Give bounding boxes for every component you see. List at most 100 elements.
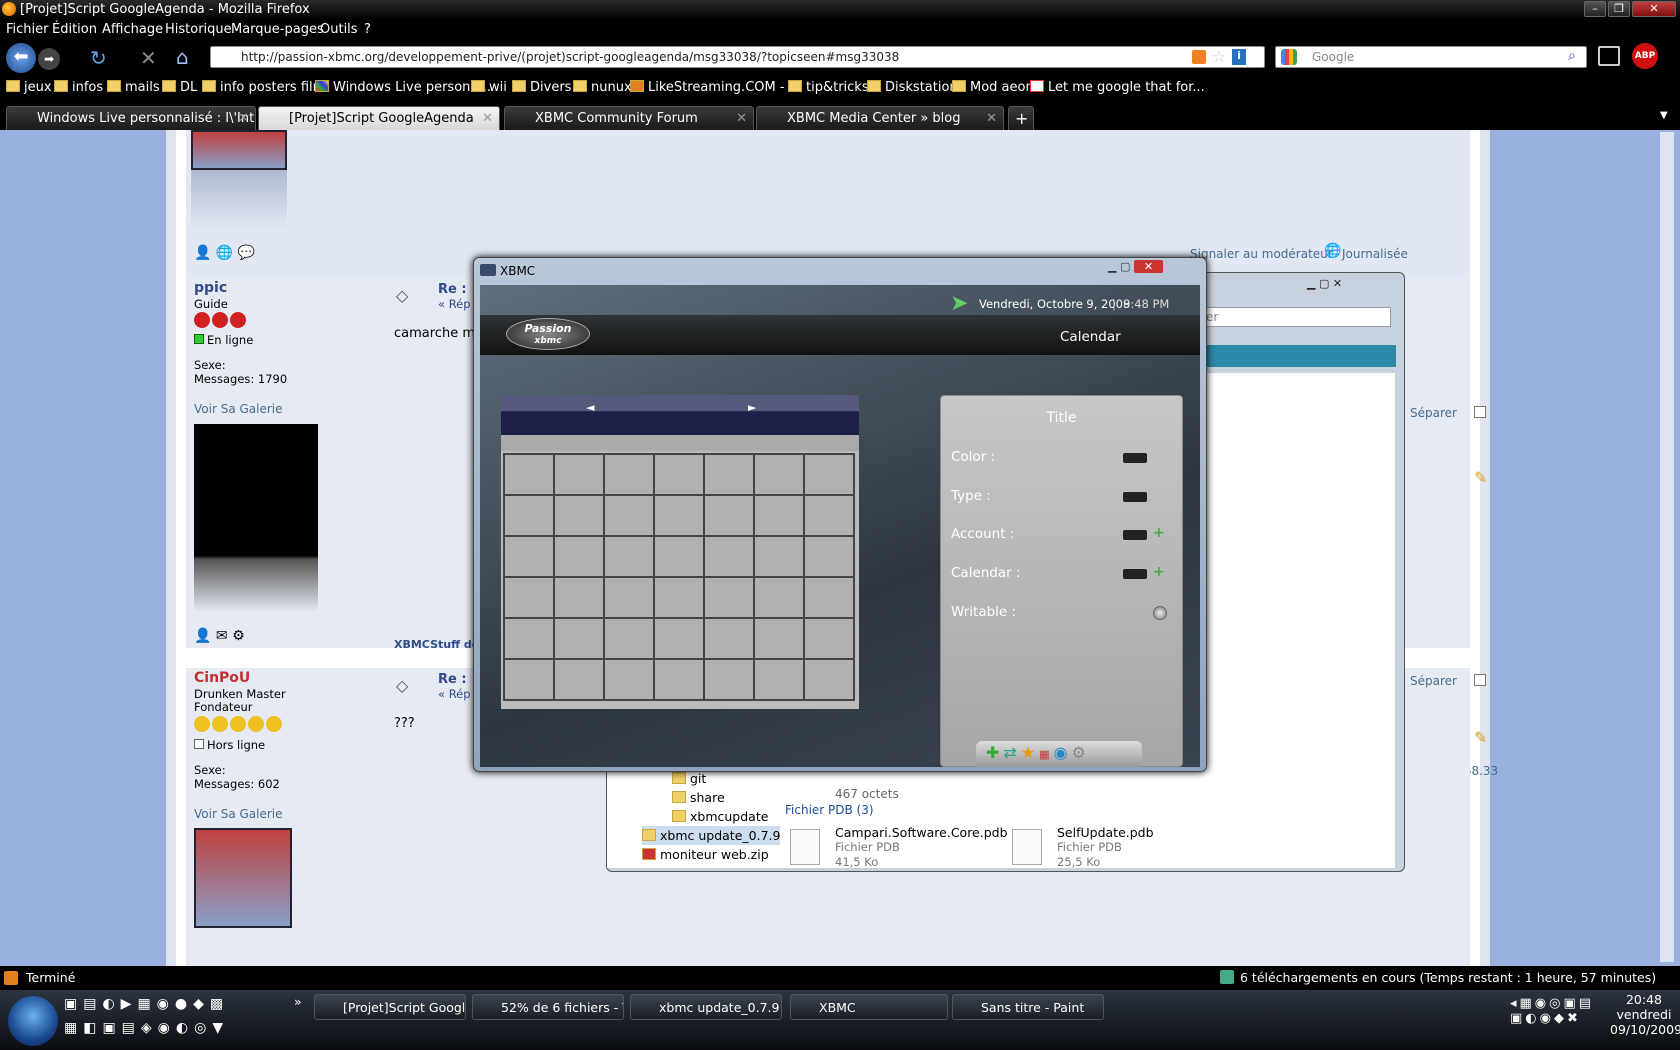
taskbar-item-explorer[interactable]: xbmc update_0.7.9 (630, 994, 782, 1020)
close-tab-icon[interactable]: ✕ (986, 111, 997, 126)
profile-icons[interactable]: 👤 🌐 💬 (194, 245, 255, 261)
separer-link[interactable]: Séparer (1410, 674, 1457, 688)
calendar-cell[interactable] (803, 658, 855, 701)
file-name[interactable]: SelfUpdate.pdb (1057, 825, 1154, 840)
bookmark-nunux[interactable]: nunux (573, 80, 632, 95)
post-subject-link[interactable]: Re : (438, 672, 467, 687)
taskbar-item-downloads[interactable]: 52% de 6 fichiers - T... (472, 994, 624, 1020)
separer-link[interactable]: Séparer (1410, 406, 1457, 420)
adblock-icon[interactable]: ABP (1632, 43, 1658, 69)
account-spinner[interactable] (1123, 530, 1147, 540)
file-group[interactable]: Fichier PDB (3) (785, 803, 874, 817)
home-icon[interactable]: ⌂ (176, 45, 189, 69)
bookmark-windows-live[interactable]: Windows Live personn... (315, 80, 491, 95)
quick-launch[interactable]: ▣▤◐▶▦◉●◆▩ (64, 996, 294, 1016)
gallery-link[interactable]: Voir Sa Galerie (194, 402, 283, 416)
type-spinner[interactable] (1123, 492, 1147, 502)
close-tab-icon[interactable]: ✕ (482, 111, 493, 126)
calendar-cell[interactable] (553, 617, 605, 660)
edit-pencil-icon[interactable]: ✎ (1474, 468, 1487, 487)
search-input[interactable]: Google (1275, 46, 1587, 68)
explorer-window-buttons[interactable]: ▁ ▢ ✕ (1307, 277, 1397, 293)
calendar-cell[interactable] (803, 535, 855, 578)
profile-icons[interactable]: 👤 ✉ ⚙ (194, 628, 245, 644)
rss-icon[interactable] (1192, 50, 1206, 64)
calendar-cell[interactable] (603, 494, 655, 537)
tree-item[interactable]: share (672, 788, 780, 807)
settings-gear-icon[interactable]: ⚙ (1072, 743, 1090, 762)
restore-button[interactable]: ❐ (1608, 1, 1630, 17)
tree-item[interactable]: moniteur web.zip (642, 845, 780, 864)
calendar-cell[interactable] (803, 453, 855, 496)
start-button[interactable] (8, 996, 58, 1046)
calendar-next-button[interactable]: ► (748, 401, 756, 414)
bookmark-diskstation[interactable]: Diskstation (867, 80, 958, 95)
calendar-cell[interactable] (753, 617, 805, 660)
tab-xbmc-forum[interactable]: XBMC Community Forum ✕ (504, 106, 754, 130)
favorite-star-icon[interactable]: ★ (1021, 743, 1039, 762)
calendar-cell[interactable] (503, 576, 555, 619)
add-icon[interactable]: ✚ (986, 743, 1003, 762)
taskbar-item-firefox[interactable]: [Projet]Script Googl... (314, 994, 466, 1020)
writable-radio[interactable] (1153, 606, 1167, 620)
calendar-cell[interactable] (653, 617, 705, 660)
gallery-link[interactable]: Voir Sa Galerie (194, 807, 283, 821)
calendar-cell[interactable] (803, 494, 855, 537)
clock[interactable]: 20:48 vendredi 09/10/2009 (1610, 992, 1680, 1037)
taskbar-item-paint[interactable]: Sans titre - Paint (952, 994, 1104, 1020)
menu-help[interactable]: ? (364, 22, 371, 37)
tab-windows-live[interactable]: Windows Live personnalisé : I\'Inter... ✕ (6, 106, 256, 130)
explorer-search-input[interactable]: er (1201, 307, 1391, 327)
calendar-cell[interactable] (603, 576, 655, 619)
color-spinner[interactable] (1123, 453, 1147, 463)
downloads-status[interactable]: 6 téléchargements en cours (Temps restan… (1240, 970, 1656, 985)
post-reply-link[interactable]: « Rép (438, 297, 471, 311)
url-input[interactable]: http://passion-xbmc.org/developpement-pr… (210, 46, 1265, 68)
select-checkbox[interactable] (1474, 406, 1486, 418)
calendar-cell[interactable] (703, 658, 755, 701)
menu-fichier[interactable]: Fichier (6, 22, 49, 37)
signature[interactable]: XBMCStuff dc (394, 638, 478, 651)
calendar-cell[interactable] (703, 617, 755, 660)
quick-launch-more[interactable]: » (294, 994, 302, 1009)
calendar-cell[interactable] (553, 535, 605, 578)
calendar-cell[interactable] (703, 453, 755, 496)
calendar-cell[interactable] (603, 535, 655, 578)
bookmark-tiptricks[interactable]: tip&tricks (788, 80, 869, 95)
calendar-cell[interactable] (703, 535, 755, 578)
search-icon[interactable]: ⌕ (1568, 48, 1576, 64)
calendar-cell[interactable] (603, 658, 655, 701)
calendar-cell[interactable] (753, 658, 805, 701)
menu-historique[interactable]: Historique (165, 22, 232, 37)
calendar-cell[interactable] (753, 494, 805, 537)
calendar-cell[interactable] (753, 576, 805, 619)
post-reply-link[interactable]: « Rép (438, 687, 471, 701)
select-checkbox[interactable] (1474, 674, 1486, 686)
post-subject-link[interactable]: Re : (438, 282, 467, 297)
windows-icon[interactable] (1598, 46, 1620, 66)
tree-item[interactable]: xbmcupdate (672, 807, 780, 826)
bookmark-star-icon[interactable]: ☆ (1212, 47, 1226, 66)
bookmark-wii[interactable]: wii (471, 80, 507, 95)
calendar-cell[interactable] (603, 617, 655, 660)
tab-projet-script[interactable]: [Projet]Script GoogleAgenda ✕ (258, 106, 500, 130)
tree-item[interactable]: xbmc update_0.7.9 (642, 826, 781, 845)
bookmark-divers[interactable]: Divers (512, 80, 571, 95)
calendar-cell[interactable] (503, 494, 555, 537)
menu-edition[interactable]: Édition (52, 22, 97, 37)
system-tray[interactable]: ◂▦◉◎▣▤ ▣◐◉◆✖ (1510, 996, 1600, 1040)
menu-affichage[interactable]: Affichage (102, 22, 163, 37)
bookmark-infos[interactable]: infos (54, 80, 103, 95)
calendar-cell[interactable] (753, 535, 805, 578)
calendar-cell[interactable] (503, 453, 555, 496)
close-tab-icon[interactable]: ✕ (736, 111, 747, 126)
calendar-cell[interactable] (503, 658, 555, 701)
edit-pencil-icon[interactable]: ✎ (1474, 728, 1487, 747)
file-name[interactable]: Campari.Software.Core.pdb (835, 825, 1008, 840)
tab-xbmc-blog[interactable]: XBMC Media Center » blog ✕ (756, 106, 1004, 130)
calendar-cell[interactable] (553, 453, 605, 496)
calendar-cell[interactable] (803, 576, 855, 619)
calendar-cell[interactable] (503, 535, 555, 578)
minimize-button[interactable]: – (1584, 1, 1606, 17)
calendar-cell[interactable] (653, 535, 705, 578)
